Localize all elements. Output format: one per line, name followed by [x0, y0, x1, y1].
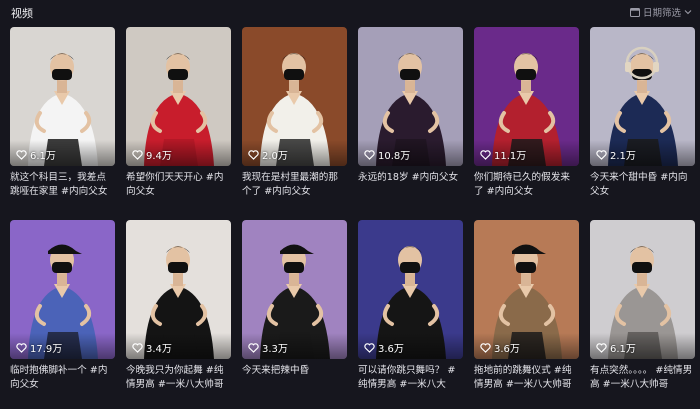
- like-count-value: 9.4万: [146, 151, 172, 162]
- like-count: 3.6万: [364, 340, 404, 355]
- video-thumbnail[interactable]: 3.6万: [358, 220, 463, 359]
- video-thumbnail[interactable]: 6.1万: [590, 220, 695, 359]
- video-caption[interactable]: 今天来把辣中昏: [242, 364, 347, 378]
- video-thumbnail[interactable]: 9.4万: [126, 27, 231, 166]
- date-filter-button[interactable]: 日期筛选: [629, 5, 692, 19]
- like-count: 6.1万: [596, 340, 636, 355]
- video-thumbnail[interactable]: 17.9万: [10, 220, 115, 359]
- heart-icon: [364, 149, 375, 160]
- video-thumbnail[interactable]: 2.0万: [242, 27, 347, 166]
- video-thumbnail[interactable]: 6.1万: [10, 27, 115, 166]
- like-count-value: 11.1万: [494, 151, 527, 162]
- like-count-value: 2.1万: [610, 151, 636, 162]
- video-caption[interactable]: 临时抱佛脚补一个 #内向父女: [10, 364, 115, 392]
- like-count: 6.1万: [16, 147, 56, 162]
- video-card[interactable]: 2.0万我现在是村里最潮的那个了 #内向父女: [242, 27, 347, 199]
- like-count-value: 3.4万: [146, 344, 172, 355]
- chevron-down-icon: [684, 9, 692, 15]
- heart-icon: [480, 149, 491, 160]
- like-count-value: 6.1万: [610, 344, 636, 355]
- video-card[interactable]: 9.4万希望你们天天开心 #内向父女: [126, 27, 231, 199]
- heart-icon: [16, 149, 27, 160]
- like-count: 11.1万: [480, 147, 526, 162]
- video-grid: 6.1万 就这个科目三，我差点跳哑在家里 #内向父女 9.4万 希望你们天天开心 #内…: [10, 27, 695, 392]
- date-filter-label: 日期筛选: [642, 8, 681, 19]
- like-count: 3.4万: [132, 340, 172, 355]
- like-count: 2.0万: [248, 147, 288, 162]
- heart-icon: [132, 149, 143, 160]
- video-card[interactable]: 11.1万你们期待已久的假发来了 #内向父女: [474, 27, 579, 199]
- like-count: 3.6万: [480, 340, 520, 355]
- section-header: 视频 日期筛选: [0, 0, 700, 24]
- video-thumbnail[interactable]: 3.3万: [242, 220, 347, 359]
- heart-icon: [16, 342, 27, 353]
- like-count: 3.3万: [248, 340, 288, 355]
- video-card[interactable]: 2.1万今天来个甜中昏 #内向父女: [590, 27, 695, 199]
- heart-icon: [248, 149, 259, 160]
- video-caption[interactable]: 就这个科目三，我差点跳哑在家里 #内向父女: [10, 171, 115, 199]
- video-card[interactable]: 17.9万临时抱佛脚补一个 #内向父女: [10, 220, 115, 392]
- video-card[interactable]: 3.6万可以请你跳只舞吗？ #纯情男高 #一米八大: [358, 220, 463, 392]
- like-count: 10.8万: [364, 147, 410, 162]
- like-count-value: 3.6万: [378, 344, 404, 355]
- video-card[interactable]: 3.3万今天来把辣中昏: [242, 220, 347, 389]
- like-count: 2.1万: [596, 147, 636, 162]
- video-caption[interactable]: 永远的18岁 #内向父女: [358, 171, 463, 185]
- video-caption[interactable]: 可以请你跳只舞吗？ #纯情男高 #一米八大: [358, 364, 463, 392]
- calendar-icon: [629, 7, 640, 17]
- heart-icon: [596, 149, 607, 160]
- video-card[interactable]: 10.8万永远的18岁 #内向父女: [358, 27, 463, 196]
- like-count-value: 3.3万: [262, 344, 288, 355]
- heart-icon: [480, 342, 491, 353]
- video-caption[interactable]: 你们期待已久的假发来了 #内向父女: [474, 171, 579, 199]
- like-count-value: 10.8万: [378, 151, 411, 162]
- video-card[interactable]: 3.6万拖地前的跳舞仪式 #纯情男高 #一米八大帅哥: [474, 220, 579, 392]
- like-count: 17.9万: [16, 340, 62, 355]
- video-caption[interactable]: 今天来个甜中昏 #内向父女: [590, 171, 695, 199]
- heart-icon: [132, 342, 143, 353]
- heart-icon: [596, 342, 607, 353]
- video-card[interactable]: 6.1万就这个科目三，我差点跳哑在家里 #内向父女: [10, 27, 115, 199]
- video-card[interactable]: 6.1万有点突然。。。。 #纯情男高 #一米八大帅哥: [590, 220, 695, 392]
- video-thumbnail[interactable]: 3.4万: [126, 220, 231, 359]
- like-count-value: 17.9万: [30, 344, 63, 355]
- like-count-value: 2.0万: [262, 151, 288, 162]
- video-caption[interactable]: 有点突然。。。。 #纯情男高 #一米八大帅哥: [590, 364, 695, 392]
- video-thumbnail[interactable]: 2.1万: [590, 27, 695, 166]
- video-thumbnail[interactable]: 3.6万: [474, 220, 579, 359]
- heart-icon: [248, 342, 259, 353]
- video-caption[interactable]: 今晚我只为你起舞 #纯情男高 #一米八大帅哥: [126, 364, 231, 392]
- video-card[interactable]: 3.4万今晚我只为你起舞 #纯情男高 #一米八大帅哥: [126, 220, 231, 392]
- like-count-value: 3.6万: [494, 344, 520, 355]
- like-count-value: 6.1万: [30, 151, 56, 162]
- like-count: 9.4万: [132, 147, 172, 162]
- video-caption[interactable]: 拖地前的跳舞仪式 #纯情男高 #一米八大帅哥: [474, 364, 579, 392]
- heart-icon: [364, 342, 375, 353]
- video-caption[interactable]: 我现在是村里最潮的那个了 #内向父女: [242, 171, 347, 199]
- section-title: 视频: [11, 7, 33, 20]
- video-caption[interactable]: 希望你们天天开心 #内向父女: [126, 171, 231, 199]
- video-thumbnail[interactable]: 10.8万: [358, 27, 463, 166]
- video-thumbnail[interactable]: 11.1万: [474, 27, 579, 166]
